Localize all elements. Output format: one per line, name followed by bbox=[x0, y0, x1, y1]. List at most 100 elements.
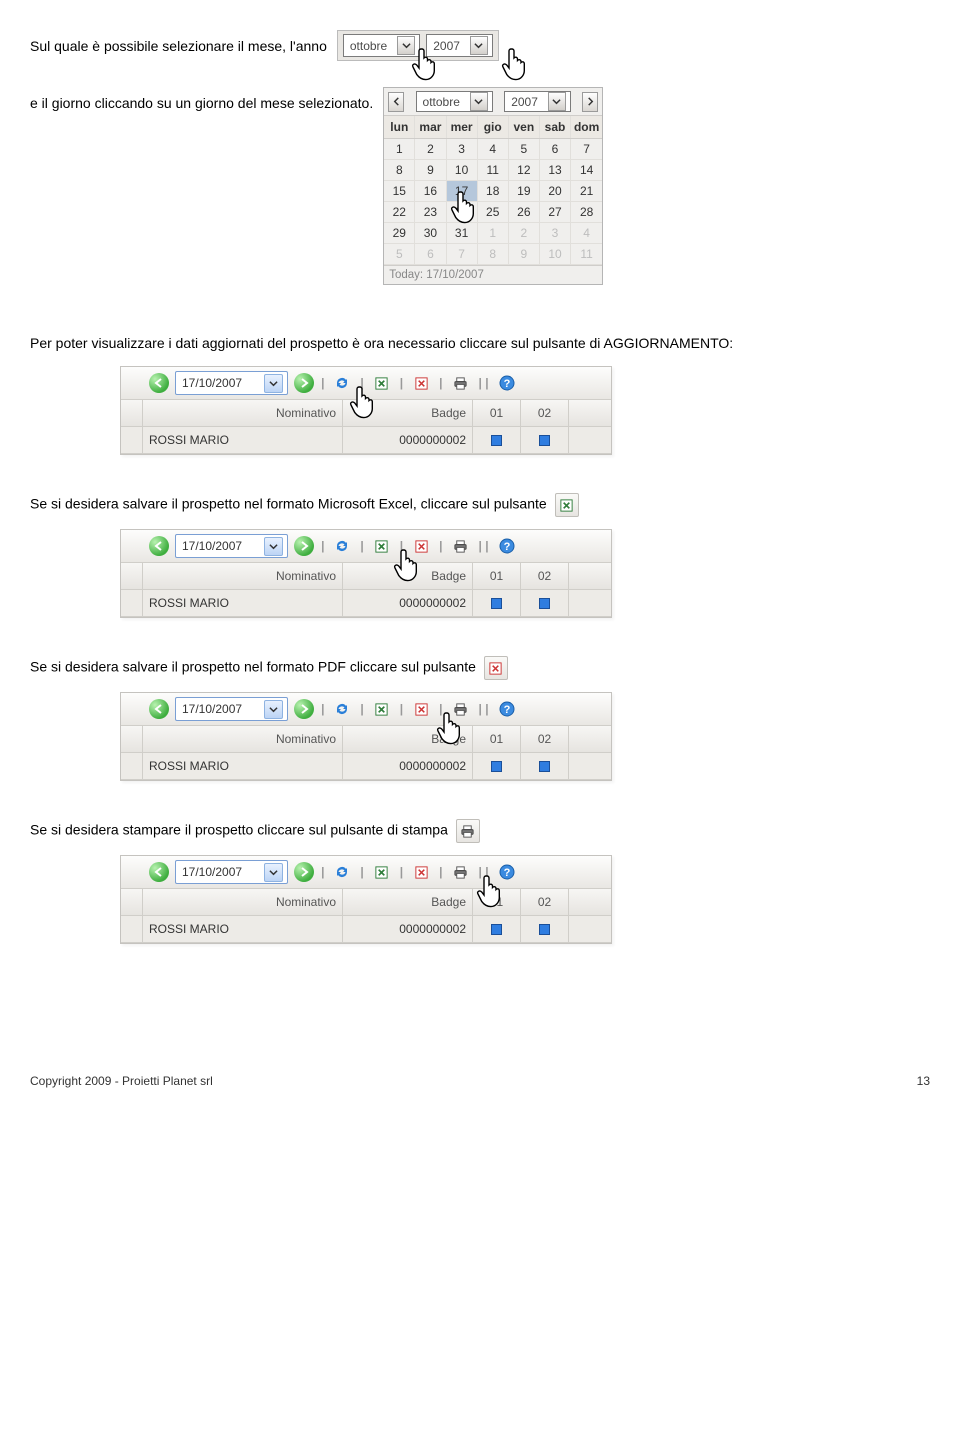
calendar-day[interactable]: 14 bbox=[571, 160, 602, 181]
pdf-button[interactable] bbox=[410, 372, 432, 394]
calendar-day[interactable]: 15 bbox=[384, 181, 415, 202]
prev-button[interactable] bbox=[149, 373, 169, 393]
calendar-day[interactable]: 6 bbox=[540, 139, 571, 160]
print-button[interactable] bbox=[450, 372, 472, 394]
chevron-down-icon[interactable] bbox=[470, 36, 488, 55]
help-button[interactable] bbox=[496, 861, 518, 883]
calendar-day[interactable]: 4 bbox=[571, 223, 602, 244]
calendar-day[interactable]: 3 bbox=[447, 139, 478, 160]
calendar-day[interactable]: 7 bbox=[571, 139, 602, 160]
footer-page-number: 13 bbox=[917, 1074, 930, 1088]
calendar-day[interactable]: 7 bbox=[447, 244, 478, 265]
calendar-day[interactable]: 16 bbox=[415, 181, 446, 202]
chevron-down-icon[interactable] bbox=[397, 36, 415, 55]
calendar-day[interactable]: 11 bbox=[478, 160, 509, 181]
grid-data-row[interactable]: ROSSI MARIO 0000000002 bbox=[121, 590, 611, 617]
calendar-month-dropdown[interactable]: ottobre bbox=[416, 91, 493, 112]
calendar-days-grid[interactable]: 1234567891011121314151617181920212223242… bbox=[384, 139, 602, 265]
chevron-down-icon[interactable] bbox=[470, 92, 488, 111]
date-combo[interactable]: 17/10/2007 bbox=[175, 860, 288, 884]
calendar-prev-button[interactable] bbox=[388, 92, 404, 112]
excel-button[interactable] bbox=[371, 535, 393, 557]
refresh-button[interactable] bbox=[331, 861, 353, 883]
calendar-day[interactable]: 13 bbox=[540, 160, 571, 181]
pdf-button[interactable] bbox=[410, 861, 432, 883]
calendar-day[interactable]: 2 bbox=[415, 139, 446, 160]
calendar-day[interactable]: 12 bbox=[509, 160, 540, 181]
help-button[interactable] bbox=[496, 535, 518, 557]
print-button[interactable] bbox=[450, 861, 472, 883]
prev-button[interactable] bbox=[149, 699, 169, 719]
calendar-day[interactable]: 25 bbox=[478, 202, 509, 223]
date-combo[interactable]: 17/10/2007 bbox=[175, 534, 288, 558]
printer-icon[interactable] bbox=[456, 819, 480, 843]
refresh-button[interactable] bbox=[331, 372, 353, 394]
chevron-down-icon[interactable] bbox=[548, 92, 566, 111]
calendar-day[interactable]: 2 bbox=[509, 223, 540, 244]
pdf-button[interactable] bbox=[410, 535, 432, 557]
calendar-day[interactable]: 1 bbox=[478, 223, 509, 244]
calendar-day[interactable]: 18 bbox=[478, 181, 509, 202]
help-button[interactable] bbox=[496, 372, 518, 394]
calendar-day[interactable]: 9 bbox=[509, 244, 540, 265]
calendar-day[interactable]: 10 bbox=[447, 160, 478, 181]
print-button[interactable] bbox=[450, 535, 472, 557]
month-dropdown[interactable]: ottobre bbox=[343, 34, 420, 57]
calendar-day[interactable]: 8 bbox=[478, 244, 509, 265]
calendar-day[interactable]: 3 bbox=[540, 223, 571, 244]
refresh-button[interactable] bbox=[331, 535, 353, 557]
grid-data-row[interactable]: ROSSI MARIO 0000000002 bbox=[121, 753, 611, 780]
calendar-day[interactable]: 5 bbox=[509, 139, 540, 160]
next-button[interactable] bbox=[294, 699, 314, 719]
next-button[interactable] bbox=[294, 536, 314, 556]
prev-button[interactable] bbox=[149, 536, 169, 556]
pdf-icon[interactable] bbox=[484, 656, 508, 680]
date-combo[interactable]: 17/10/2007 bbox=[175, 697, 288, 721]
calendar-day[interactable]: 24 bbox=[447, 202, 478, 223]
chevron-down-icon[interactable] bbox=[264, 863, 283, 882]
calendar-day[interactable]: 27 bbox=[540, 202, 571, 223]
chevron-down-icon[interactable] bbox=[264, 374, 283, 393]
calendar-day[interactable]: 26 bbox=[509, 202, 540, 223]
cell-02 bbox=[521, 916, 569, 942]
calendar-day[interactable]: 19 bbox=[509, 181, 540, 202]
date-picker-calendar[interactable]: ottobre 2007 lunmarmergiovensabdom 12345… bbox=[383, 87, 603, 285]
calendar-day[interactable]: 23 bbox=[415, 202, 446, 223]
calendar-day[interactable]: 11 bbox=[571, 244, 602, 265]
chevron-down-icon[interactable] bbox=[264, 700, 283, 719]
cell-badge: 0000000002 bbox=[343, 590, 473, 616]
calendar-next-button[interactable] bbox=[582, 92, 598, 112]
chevron-down-icon[interactable] bbox=[264, 537, 283, 556]
calendar-day[interactable]: 5 bbox=[384, 244, 415, 265]
calendar-day[interactable]: 4 bbox=[478, 139, 509, 160]
excel-button[interactable] bbox=[371, 861, 393, 883]
calendar-day[interactable]: 21 bbox=[571, 181, 602, 202]
help-button[interactable] bbox=[496, 698, 518, 720]
grid-data-row[interactable]: ROSSI MARIO 0000000002 bbox=[121, 427, 611, 454]
excel-button[interactable] bbox=[371, 698, 393, 720]
calendar-day[interactable]: 8 bbox=[384, 160, 415, 181]
grid-data-row[interactable]: ROSSI MARIO 0000000002 bbox=[121, 916, 611, 943]
calendar-year-dropdown[interactable]: 2007 bbox=[504, 91, 571, 112]
calendar-day[interactable]: 6 bbox=[415, 244, 446, 265]
print-button[interactable] bbox=[450, 698, 472, 720]
prev-button[interactable] bbox=[149, 862, 169, 882]
calendar-day[interactable]: 31 bbox=[447, 223, 478, 244]
calendar-day[interactable]: 20 bbox=[540, 181, 571, 202]
calendar-day[interactable]: 9 bbox=[415, 160, 446, 181]
year-dropdown[interactable]: 2007 bbox=[426, 34, 493, 57]
excel-icon[interactable] bbox=[555, 493, 579, 517]
calendar-day[interactable]: 22 bbox=[384, 202, 415, 223]
next-button[interactable] bbox=[294, 862, 314, 882]
calendar-day[interactable]: 17 bbox=[447, 181, 478, 202]
calendar-day[interactable]: 28 bbox=[571, 202, 602, 223]
excel-button[interactable] bbox=[371, 372, 393, 394]
pdf-button[interactable] bbox=[410, 698, 432, 720]
calendar-day[interactable]: 1 bbox=[384, 139, 415, 160]
calendar-day[interactable]: 29 bbox=[384, 223, 415, 244]
refresh-button[interactable] bbox=[331, 698, 353, 720]
calendar-day[interactable]: 10 bbox=[540, 244, 571, 265]
next-button[interactable] bbox=[294, 373, 314, 393]
date-combo[interactable]: 17/10/2007 bbox=[175, 371, 288, 395]
calendar-day[interactable]: 30 bbox=[415, 223, 446, 244]
